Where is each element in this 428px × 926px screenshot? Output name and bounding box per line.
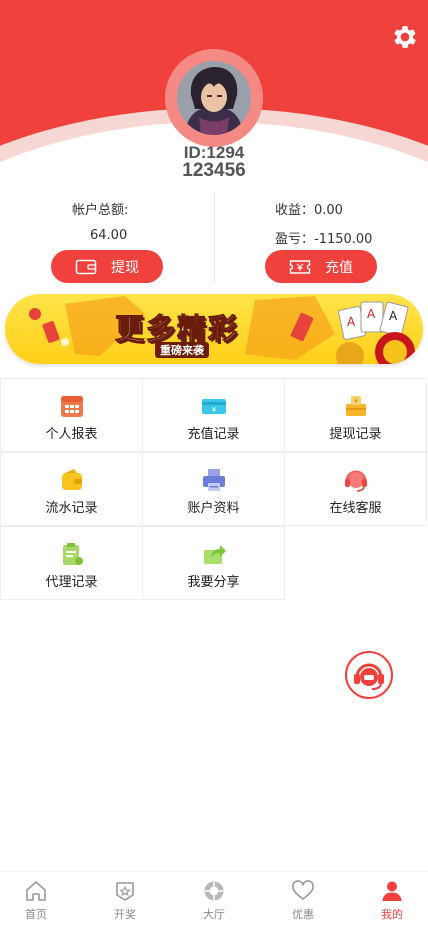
ticket-outline-icon: [289, 259, 311, 274]
balance-label: 帐户总额:: [72, 203, 129, 218]
printer-icon: [203, 469, 225, 491]
avatar[interactable]: [177, 61, 251, 135]
badge-icon: [116, 882, 134, 901]
tab-label: 优惠: [292, 908, 314, 921]
tab-label: 大厅: [203, 908, 225, 921]
headset-icon: [345, 470, 367, 492]
menu-label: 个人报表: [45, 427, 98, 442]
settings-gear-icon[interactable]: [390, 22, 420, 52]
floating-service-button[interactable]: [345, 651, 393, 699]
balance-value: 64.00: [90, 228, 128, 243]
menu-item-account-info[interactable]: 账户资料: [142, 452, 285, 526]
username: 123456: [182, 160, 246, 181]
wallet-icon: [62, 469, 82, 490]
tab-label: 我的: [381, 908, 403, 921]
menu-item-online-service[interactable]: 在线客服: [284, 452, 427, 526]
income-text: 收益：0.00: [275, 203, 343, 218]
profile-page: ID:1294 123456 帐户总额: 64.00 收益：0.00 盈亏：-1…: [0, 0, 428, 926]
menu-label: 账户资料: [187, 501, 240, 516]
menu-label: 我要分享: [187, 575, 240, 590]
clipboard-icon: [63, 543, 83, 565]
svg-text:A: A: [389, 309, 398, 323]
svg-text:A: A: [367, 307, 376, 321]
bottom-tab-bar: 首页 开奖 大厅 优惠 我的: [0, 871, 428, 926]
menu-item-share[interactable]: 我要分享: [142, 526, 285, 600]
menu-item-recharge-records[interactable]: ¥ 充值记录: [142, 378, 285, 452]
stats-divider: [214, 192, 215, 282]
recharge-label: 充值: [325, 259, 353, 276]
recharge-button[interactable]: 充值: [265, 250, 377, 283]
menu-label: 提现记录: [329, 427, 382, 442]
home-icon: [26, 881, 46, 901]
promo-banner[interactable]: A A A 更多精彩 重磅来袭: [5, 294, 423, 364]
ball-icon: [204, 881, 224, 901]
menu-label: 在线客服: [329, 501, 382, 516]
customer-service-icon: [354, 663, 384, 690]
withdraw-card-icon: ¥: [346, 396, 366, 416]
svg-text:¥: ¥: [212, 406, 217, 414]
menu-label: 流水记录: [45, 501, 98, 516]
menu-item-agent-records[interactable]: 代理记录: [0, 526, 143, 600]
profit-loss-text: 盈亏：-1150.00: [275, 232, 373, 247]
avatar-illustration: [177, 61, 251, 135]
account-stats: 帐户总额: 64.00 收益：0.00 盈亏：-1150.00 提现 充值: [0, 192, 428, 284]
heart-icon: [292, 880, 314, 900]
money-card-icon: ¥: [202, 399, 226, 414]
menu-label: 代理记录: [45, 575, 98, 590]
menu-item-personal-report[interactable]: 个人报表: [0, 378, 143, 452]
menu-label: 充值记录: [187, 427, 240, 442]
svg-text:¥: ¥: [354, 398, 358, 405]
menu-item-withdraw-records[interactable]: ¥ 提现记录: [284, 378, 427, 452]
tab-label: 首页: [25, 908, 47, 921]
withdraw-label: 提现: [111, 259, 139, 276]
tab-mine[interactable]: 我的: [349, 872, 428, 926]
withdraw-button[interactable]: 提现: [51, 250, 163, 283]
tab-lottery-results[interactable]: 开奖: [82, 872, 168, 926]
user-icon: [382, 881, 402, 901]
share-icon: [204, 545, 226, 564]
svg-text:A: A: [347, 315, 356, 329]
calendar-icon: [61, 396, 83, 417]
banner-subtitle: 重磅来袭: [155, 342, 209, 358]
wallet-outline-icon: [75, 259, 97, 274]
tab-promotions[interactable]: 优惠: [260, 872, 346, 926]
menu-item-transaction-records[interactable]: 流水记录: [0, 452, 143, 526]
tab-home[interactable]: 首页: [0, 872, 79, 926]
tab-lobby[interactable]: 大厅: [171, 872, 257, 926]
tab-label: 开奖: [114, 908, 136, 921]
